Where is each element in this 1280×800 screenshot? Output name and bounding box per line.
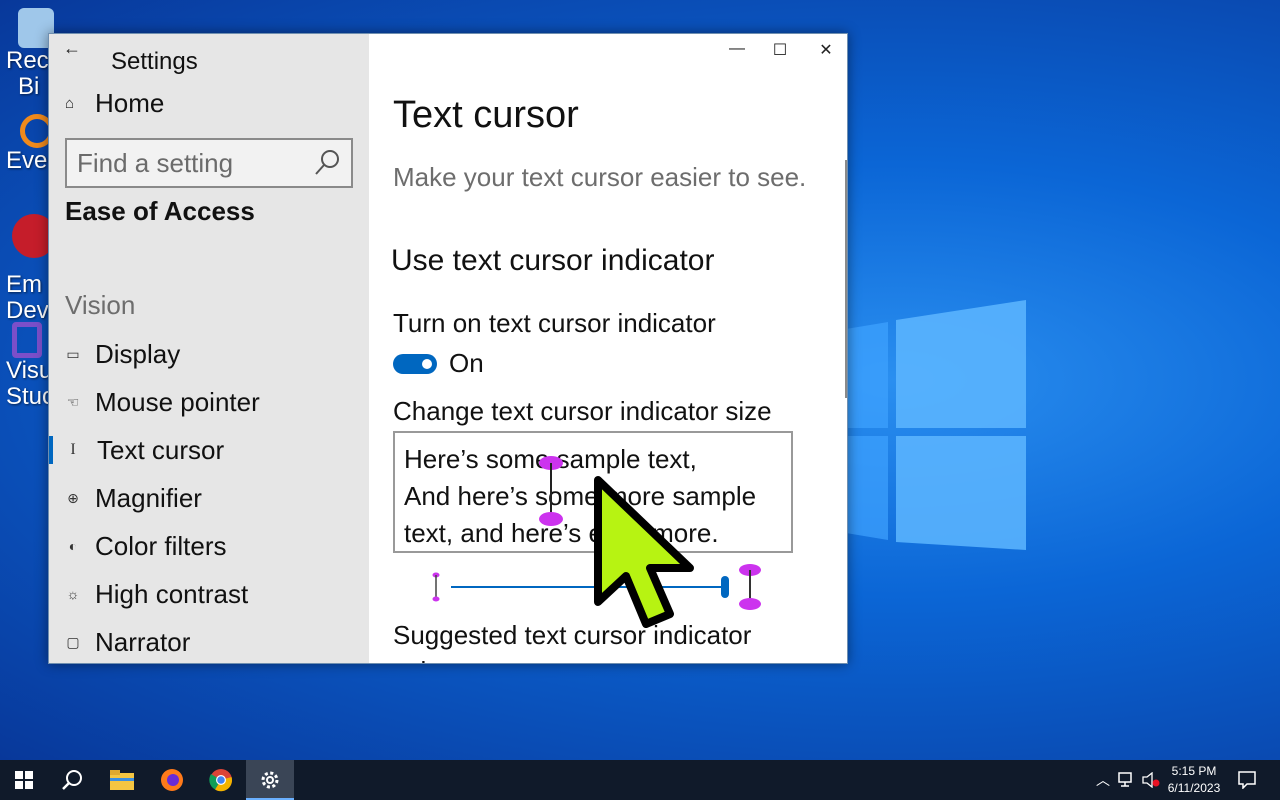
desktop-icon-everything[interactable]: Eve	[0, 114, 54, 174]
page-subtitle: Make your text cursor easier to see.	[393, 162, 807, 192]
clock-time: 5:15 PM	[1171, 764, 1217, 778]
sample-text-line: text, and here’s even more.	[404, 518, 719, 548]
mouse-pointer-icon: ☜	[66, 393, 80, 410]
visual-studio-icon	[12, 322, 42, 358]
sample-text-line: Here’s some sample text,	[404, 444, 697, 474]
desktop-icon-label: Eve	[6, 147, 48, 174]
toggle-state-label: On	[449, 348, 484, 378]
text-cursor-indicator-preview	[539, 456, 563, 526]
scrollbar[interactable]	[845, 160, 847, 398]
start-icon	[15, 771, 33, 789]
nav-home-label: Home	[95, 88, 165, 118]
sidebar-item-mouse-pointer[interactable]: ☜ Mouse pointer	[49, 380, 369, 424]
settings-nav-pane: ← Settings ⌂ Home Ease of Access Vision …	[49, 34, 369, 663]
sidebar-item-label: Display	[95, 338, 181, 369]
palette-icon: ◐	[68, 538, 78, 554]
taskbar-file-explorer[interactable]	[98, 760, 146, 800]
selection-indicator	[49, 436, 53, 464]
sidebar-item-label: Narrator	[95, 626, 191, 657]
file-explorer-icon	[110, 770, 134, 790]
sidebar-item-text-cursor[interactable]: I Text cursor	[49, 428, 369, 472]
settings-window: ← Settings ⌂ Home Ease of Access Vision …	[48, 33, 848, 664]
sidebar-item-label: Color filters	[95, 530, 227, 561]
text-cursor-icon: I	[70, 441, 76, 458]
monitor-icon: ▭	[66, 345, 80, 362]
sidebar-item-label: Text cursor	[97, 434, 225, 465]
sidebar-item-display[interactable]: ▭ Display	[49, 332, 369, 376]
taskbar-search-button[interactable]	[48, 760, 96, 800]
search-icon	[62, 770, 82, 790]
home-icon: ⌂	[65, 95, 75, 112]
sidebar-item-color-filters[interactable]: ◐ Color filters	[49, 524, 369, 568]
sidebar-item-high-contrast[interactable]: ☼ High contrast	[49, 572, 369, 616]
desktop-icon-visual-studio[interactable]: Visu Stuc	[0, 322, 55, 410]
suggested-colors-label-cont: colors	[393, 656, 462, 663]
settings-icon	[261, 771, 279, 789]
chevron-up-icon[interactable]: ︿	[1096, 770, 1110, 790]
desktop-icon-label: Visu	[6, 357, 53, 384]
size-label: Change text cursor indicator size	[393, 396, 772, 426]
settings-content-pane: — ☐ ✕ Text cursor Make your text cursor …	[369, 34, 847, 663]
search-icon[interactable]	[313, 148, 341, 178]
suggested-colors-label: Suggested text cursor indicator	[393, 620, 752, 650]
notifications-icon[interactable]	[1238, 771, 1256, 789]
start-button[interactable]	[0, 760, 48, 800]
taskbar-chrome[interactable]	[197, 760, 245, 800]
minimize-button[interactable]: —	[719, 40, 755, 64]
sidebar-item-label: Mouse pointer	[95, 386, 260, 417]
desktop-icon-label: Stuc	[6, 383, 55, 410]
sample-text-line: And here’s some more sample	[404, 481, 757, 511]
desktop-icon-label: Rec	[6, 47, 49, 74]
network-icon[interactable]	[1118, 772, 1136, 788]
close-button[interactable]: ✕	[808, 40, 844, 64]
toggle-label: Turn on text cursor indicator	[393, 308, 716, 338]
toggle-switch[interactable]	[393, 353, 437, 374]
sample-text-preview: Here’s some sample text, And here’s some…	[393, 431, 793, 553]
page-title: Text cursor	[393, 94, 579, 136]
indicator-size-slider[interactable]	[429, 562, 809, 612]
sidebar-item-magnifier[interactable]: ⊕ Magnifier	[49, 476, 369, 520]
nav-home[interactable]: ⌂ Home	[65, 88, 164, 119]
maximize-button[interactable]: ☐	[762, 40, 798, 64]
narrator-icon: ▢	[66, 633, 80, 650]
sidebar-item-narrator[interactable]: ▢ Narrator	[49, 620, 369, 663]
back-arrow-icon[interactable]: ←	[63, 38, 81, 59]
taskbar-firefox[interactable]	[148, 760, 196, 800]
search-input[interactable]	[67, 147, 307, 179]
sidebar-item-label: Magnifier	[95, 482, 202, 513]
slider-track	[432, 564, 761, 610]
nav-group-heading: Vision	[65, 290, 136, 320]
desktop-icon-label: Bi	[18, 73, 40, 100]
desktop-icon-dev-cpp[interactable]: Em Dev	[0, 214, 56, 324]
section-heading: Use text cursor indicator	[391, 244, 715, 277]
magnifier-icon: ⊕	[67, 489, 79, 506]
taskbar-settings[interactable]	[246, 760, 294, 800]
desktop-icon-recycle-bin[interactable]: Rec Bi	[0, 8, 54, 100]
app-title: Settings	[111, 48, 198, 75]
nav-section-heading: Ease of Access	[65, 196, 255, 226]
taskbar: ︿ 5:15 PM 6/11/2023	[0, 760, 1280, 800]
desktop-icon-label: Em	[6, 271, 42, 298]
volume-muted-icon[interactable]	[1142, 772, 1160, 788]
sun-icon: ☼	[66, 586, 80, 602]
sidebar-item-label: High contrast	[95, 578, 249, 609]
chrome-icon	[209, 769, 233, 792]
firefox-icon	[161, 769, 183, 791]
windows-logo-wallpaper	[840, 300, 1026, 550]
clock-date: 6/11/2023	[1167, 781, 1221, 795]
search-box[interactable]	[65, 138, 353, 188]
text-cursor-indicator-toggle[interactable]: On	[393, 348, 484, 379]
desktop-icon-label: Dev	[6, 297, 49, 324]
taskbar-clock[interactable]: 5:15 PM 6/11/2023	[1160, 763, 1228, 797]
